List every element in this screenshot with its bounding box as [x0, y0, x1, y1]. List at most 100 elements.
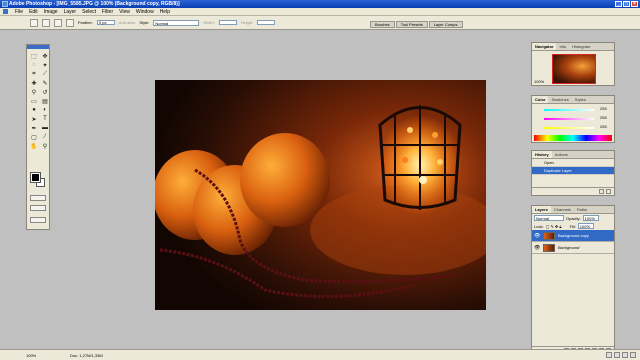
document-canvas[interactable]	[153, 80, 500, 310]
status-zoom[interactable]: 100%	[26, 353, 36, 358]
brush-tool-icon[interactable]: ✎	[40, 79, 50, 87]
width-label: Width:	[203, 20, 215, 25]
fill-label: Fill:	[569, 223, 576, 229]
magic-wand-icon[interactable]: ✦	[40, 61, 50, 69]
path-selection-icon[interactable]: ➤	[29, 115, 39, 123]
color-ramp[interactable]	[534, 135, 612, 141]
height-label: Height:	[240, 20, 254, 25]
tab-swatches[interactable]: Swatches	[548, 96, 571, 103]
menu-select[interactable]: Select	[79, 8, 99, 16]
add-to-selection-icon[interactable]	[54, 18, 62, 27]
palette-tab-brushes[interactable]: Brushes	[370, 21, 395, 28]
trash-icon[interactable]	[606, 189, 611, 194]
width-input[interactable]	[218, 20, 237, 25]
color-panel: Color Swatches Styles 255 255 255	[531, 95, 615, 143]
tab-navigator[interactable]: Navigator	[532, 43, 557, 50]
feather-label: Feather:	[78, 20, 93, 25]
menu-help[interactable]: Help	[157, 8, 173, 16]
blue-value[interactable]: 255	[600, 124, 607, 129]
navigator-thumbnail[interactable]	[552, 54, 596, 84]
style-label: Style:	[139, 20, 150, 25]
quick-mask-icon[interactable]	[30, 195, 46, 201]
type-tool-icon[interactable]: T	[40, 115, 50, 123]
palette-tab-tool-presets[interactable]: Tool Presets	[395, 21, 428, 28]
tab-info[interactable]: Info	[556, 43, 569, 50]
tab-channels[interactable]: Channels	[551, 206, 574, 213]
foreground-color-swatch[interactable]	[30, 172, 41, 183]
menu-window[interactable]: Window	[133, 8, 157, 16]
blend-mode-select[interactable]: Normal	[534, 215, 564, 221]
crop-tool-icon[interactable]: ⌗	[29, 70, 39, 78]
style-select[interactable]: Normal	[153, 19, 200, 26]
history-item-duplicate-layer[interactable]: Duplicate Layer	[532, 167, 614, 175]
tab-styles[interactable]: Styles	[572, 96, 589, 103]
green-slider[interactable]	[544, 118, 594, 120]
notes-tool-icon[interactable]: ▢	[29, 133, 39, 141]
photo-oranges-candle-lantern	[153, 80, 500, 310]
menu-filter[interactable]: Filter	[99, 8, 116, 16]
minimize-button[interactable]: _	[615, 1, 622, 7]
menu-image[interactable]: Image	[41, 8, 61, 16]
tab-actions[interactable]: Actions	[552, 151, 571, 158]
height-input[interactable]	[257, 20, 276, 25]
history-item-open[interactable]: Open	[532, 159, 614, 167]
lasso-tool-icon[interactable]: ◌	[29, 61, 39, 69]
eye-icon[interactable]: 👁︎	[534, 233, 540, 239]
menu-view[interactable]: View	[116, 8, 133, 16]
status-bar: 100% Doc: 1,27M/1,33M	[0, 349, 640, 360]
tray-icon[interactable]	[622, 352, 628, 358]
new-selection-icon[interactable]	[42, 18, 50, 27]
slice-tool-icon[interactable]: ⟋	[40, 70, 50, 78]
photoshop-window: Adobe Photoshop - [IMG_5585.JPG @ 100% (…	[0, 0, 640, 360]
hand-tool-icon[interactable]: ✋	[29, 142, 39, 150]
tab-color[interactable]: Color	[532, 96, 549, 103]
tray-icon[interactable]	[630, 352, 636, 358]
red-value[interactable]: 255	[600, 106, 607, 111]
red-slider[interactable]	[544, 109, 594, 111]
tray-icon[interactable]	[606, 352, 612, 358]
menu-file[interactable]: File	[12, 8, 26, 16]
gradient-tool-icon[interactable]: ▤	[40, 97, 50, 105]
move-tool-icon[interactable]: ✥	[40, 52, 50, 60]
imageready-jump-icon[interactable]	[30, 217, 46, 223]
tab-histogram[interactable]: Histogram	[569, 43, 593, 50]
eraser-tool-icon[interactable]: ▭	[29, 97, 39, 105]
tab-layers[interactable]: Layers	[532, 206, 551, 213]
document-menu-icon[interactable]	[3, 9, 8, 14]
menu-edit[interactable]: Edit	[26, 8, 41, 16]
opacity-input[interactable]: 100%	[582, 215, 599, 221]
subtract-selection-icon[interactable]	[66, 18, 74, 27]
navigator-zoom[interactable]: 100%	[534, 79, 544, 84]
green-value[interactable]: 255	[600, 115, 607, 120]
close-button[interactable]: ×	[631, 1, 638, 7]
shape-tool-icon[interactable]: ▬	[40, 124, 50, 132]
fill-input[interactable]: 100%	[577, 223, 594, 229]
new-snapshot-icon[interactable]	[599, 189, 604, 194]
tray-icon[interactable]	[614, 352, 620, 358]
opacity-label: Opacity:	[566, 215, 581, 221]
layer-row-background-copy[interactable]: 👁︎ Background copy	[532, 230, 614, 242]
eye-icon[interactable]: 👁︎	[534, 245, 540, 251]
tool-preset-picker[interactable]	[30, 18, 38, 27]
clone-stamp-icon[interactable]: ⚲	[29, 88, 39, 96]
marquee-tool-icon[interactable]: ⬚	[29, 52, 39, 60]
history-brush-icon[interactable]: ↺	[40, 88, 50, 96]
palette-tab-layer-comps[interactable]: Layer Comps	[428, 21, 463, 28]
layer-row-background[interactable]: 👁︎ Background	[532, 242, 614, 254]
blur-tool-icon[interactable]: ●	[29, 106, 39, 114]
feather-input[interactable]: 0 px	[96, 20, 115, 25]
menu-layer[interactable]: Layer	[61, 8, 80, 16]
pen-tool-icon[interactable]: ✒	[29, 124, 39, 132]
lock-icons[interactable]: ▢ ✎ ✥ 🔒︎	[546, 224, 568, 229]
eyedropper-icon[interactable]: ⁄	[40, 133, 50, 141]
screen-mode-icon[interactable]	[30, 205, 46, 211]
healing-brush-icon[interactable]: ✚	[29, 79, 39, 87]
antialias-checkbox[interactable]: Anti-alias	[119, 20, 135, 25]
tab-paths[interactable]: Paths	[574, 206, 590, 213]
maximize-button[interactable]: □	[623, 1, 630, 7]
lock-label: Lock:	[534, 223, 544, 229]
zoom-tool-icon[interactable]: ⚲	[40, 142, 50, 150]
tab-history[interactable]: History	[532, 151, 552, 158]
dodge-tool-icon[interactable]: ◐	[40, 106, 50, 114]
blue-slider[interactable]	[544, 127, 594, 129]
